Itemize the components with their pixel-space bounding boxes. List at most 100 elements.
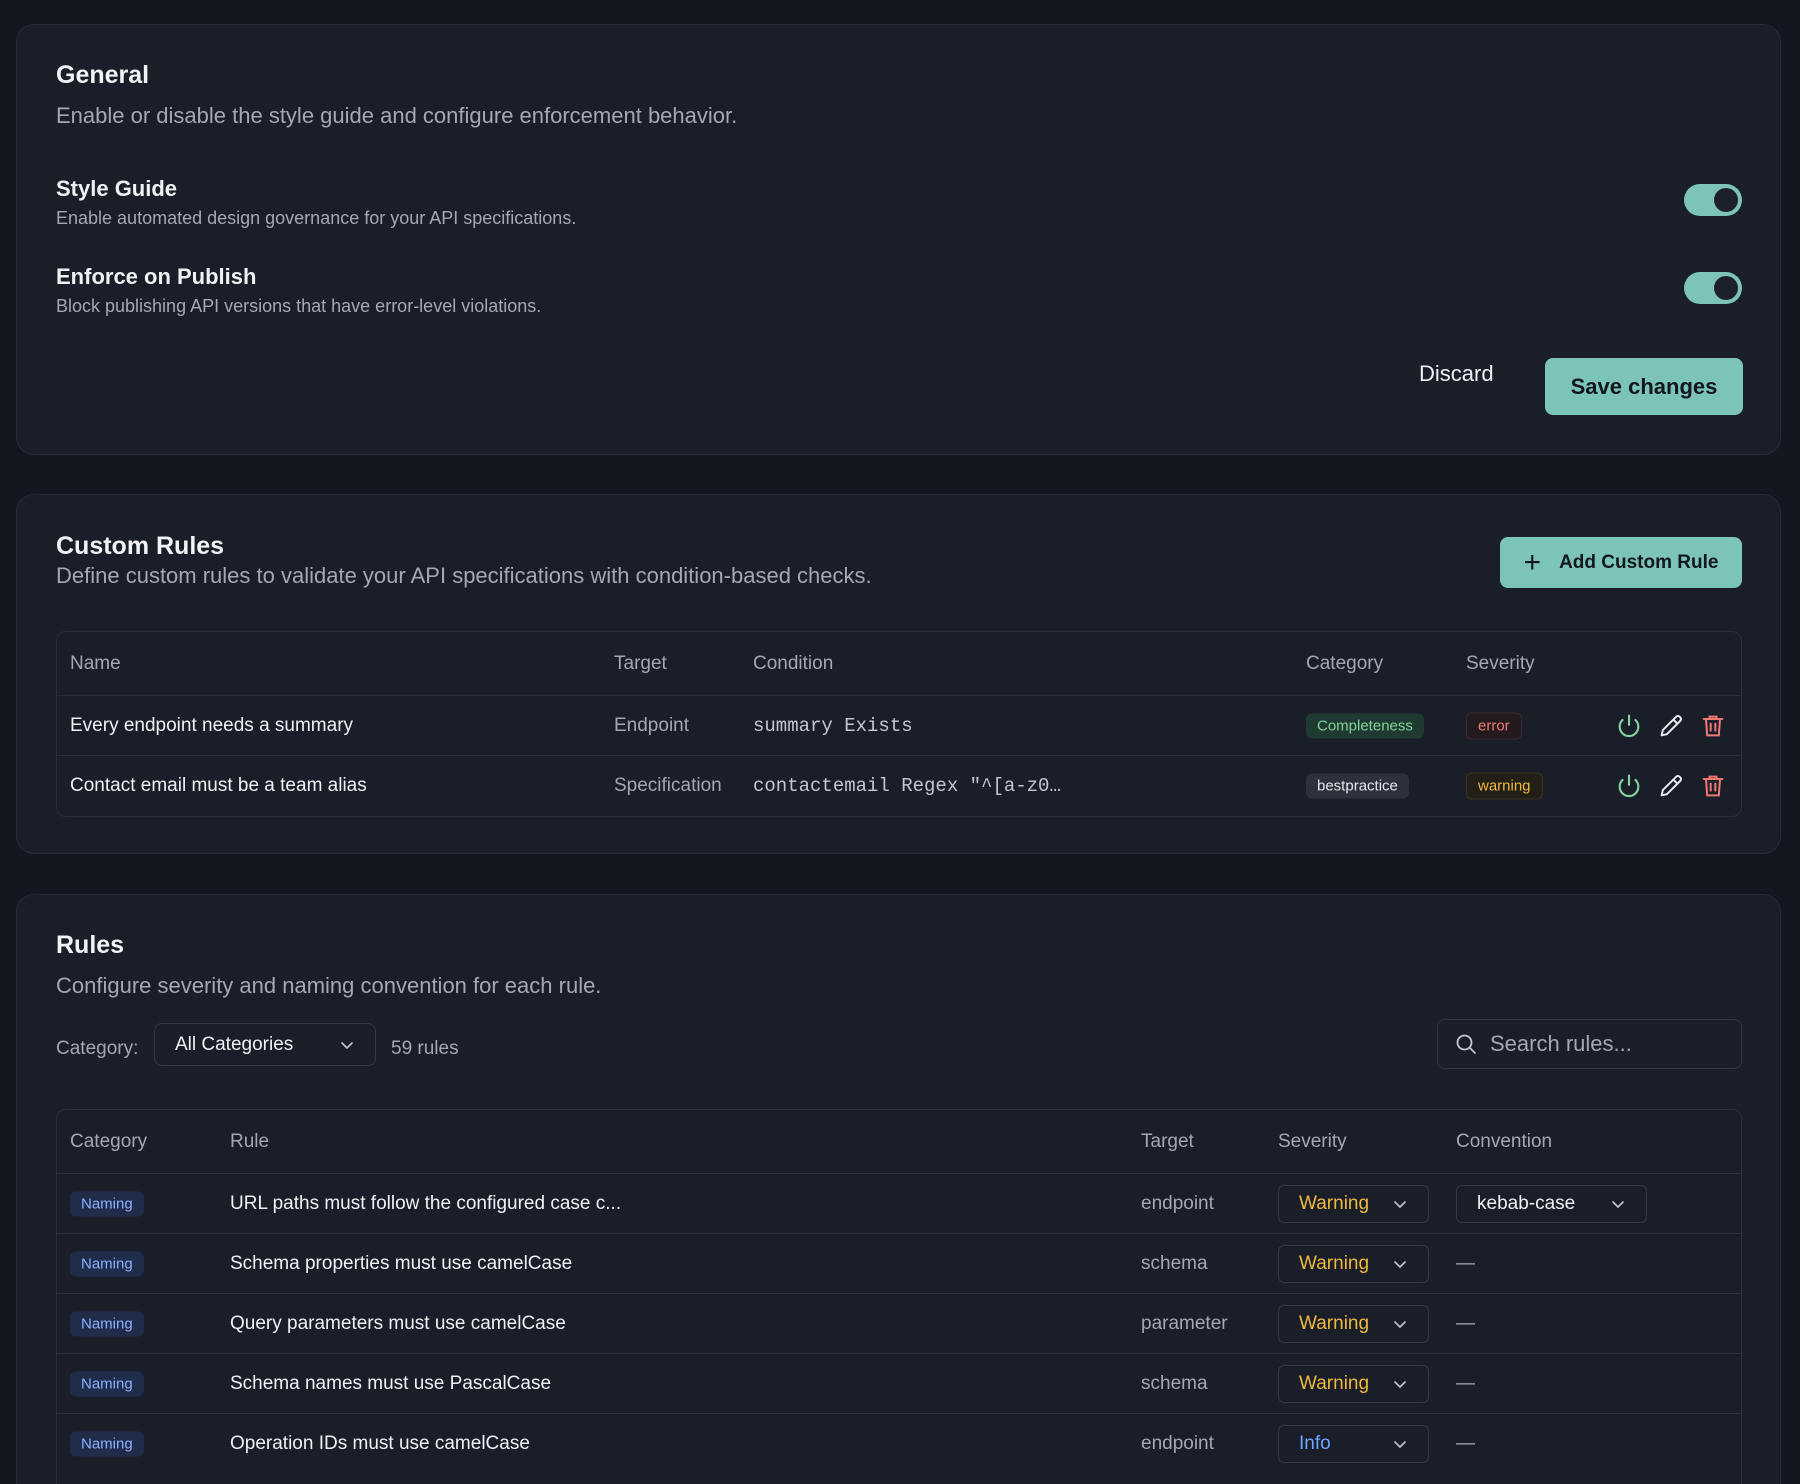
convention-value: kebab-case: [1477, 1192, 1576, 1214]
pencil-icon[interactable]: [1657, 712, 1685, 740]
enforce-publish-title: Enforce on Publish: [56, 264, 257, 289]
rule-target: endpoint: [1141, 1192, 1214, 1214]
category-badge: Naming: [70, 1311, 144, 1336]
severity-select[interactable]: Warning: [1278, 1304, 1429, 1343]
custom-rules-table: Name Target Condition Category Severity …: [56, 631, 1742, 817]
column-header-category: Category: [1306, 652, 1384, 674]
table-row: Naming Schema properties must use camelC…: [57, 1234, 1741, 1294]
discard-button[interactable]: Discard: [1419, 361, 1494, 387]
column-header-target: Target: [614, 652, 667, 674]
rule-target: schema: [1141, 1372, 1208, 1394]
toggle-knob: [1714, 276, 1738, 300]
table-row: Naming Operation IDs must use camelCase …: [57, 1414, 1741, 1474]
category-badge: Naming: [70, 1191, 144, 1216]
table-row: Contact email must be a team alias Speci…: [57, 756, 1741, 816]
rule-name: Contact email must be a team alias: [70, 775, 367, 796]
column-header-category: Category: [70, 1130, 148, 1152]
search-icon: [1456, 1034, 1476, 1054]
severity-select[interactable]: Info: [1278, 1425, 1429, 1463]
severity-badge: error: [1466, 712, 1522, 739]
category-badge: Naming: [70, 1251, 144, 1276]
convention-empty: —: [1456, 1312, 1475, 1334]
plus-icon: +: [1523, 545, 1542, 579]
severity-select[interactable]: Warning: [1278, 1244, 1429, 1283]
save-changes-button[interactable]: Save changes: [1545, 358, 1743, 415]
severity-select[interactable]: Warning: [1278, 1364, 1429, 1403]
rule-condition: summary Exists: [753, 714, 913, 737]
rule-name: Schema names must use PascalCase: [230, 1372, 552, 1394]
settings-page: General Enable or disable the style guid…: [0, 0, 1800, 1484]
category-pill: Naming: [70, 1431, 144, 1457]
severity-value: Warning: [1299, 1312, 1370, 1334]
pencil-icon[interactable]: [1657, 772, 1685, 800]
rules-card: Rules Configure severity and naming conv…: [16, 894, 1781, 1484]
severity-pill: warning: [1466, 772, 1543, 800]
column-header-rule: Rule: [230, 1130, 270, 1152]
column-header-severity: Severity: [1466, 652, 1535, 674]
table-row: Naming URL paths must follow the configu…: [57, 1174, 1741, 1234]
search-box[interactable]: [1437, 1019, 1742, 1069]
chevron-down-icon: [1394, 1260, 1406, 1268]
column-header-target: Target: [1141, 1130, 1194, 1152]
rules-table: Category Rule Target Severity Convention…: [56, 1109, 1742, 1484]
rule-target: Endpoint: [614, 714, 690, 736]
severity-value: Warning: [1299, 1372, 1370, 1394]
chevron-down-icon: [1394, 1441, 1406, 1448]
column-header-severity: Severity: [1278, 1130, 1347, 1152]
add-custom-rule-button[interactable]: + Add Custom Rule: [1500, 537, 1742, 588]
category-pill: Naming: [70, 1191, 144, 1216]
trash-icon[interactable]: [1699, 772, 1727, 800]
trash-icon[interactable]: [1699, 712, 1727, 740]
search-input[interactable]: [1490, 1031, 1730, 1057]
severity-value: Info: [1299, 1433, 1331, 1454]
style-guide-description: Enable automated design governance for y…: [56, 208, 577, 228]
rule-target: Specification: [614, 775, 722, 796]
rule-condition: contactemail Regex "^[a-z0…: [753, 775, 1061, 797]
general-description: Enable or disable the style guide and co…: [56, 103, 738, 128]
general-title: General: [56, 61, 150, 89]
power-icon[interactable]: [1615, 772, 1643, 800]
custom-rules-title: Custom Rules: [56, 532, 225, 560]
category-select[interactable]: All Categories: [154, 1023, 376, 1066]
rule-name: URL paths must follow the configured cas…: [230, 1192, 622, 1214]
add-custom-rule-label: Add Custom Rule: [1559, 551, 1719, 573]
power-icon[interactable]: [1615, 712, 1643, 740]
rule-target: endpoint: [1141, 1433, 1214, 1454]
severity-pill: error: [1466, 712, 1522, 739]
rule-name: Query parameters must use camelCase: [230, 1312, 566, 1334]
enforce-publish-description: Block publishing API versions that have …: [56, 296, 542, 316]
category-badge: Naming: [70, 1371, 144, 1396]
rules-count: 59 rules: [391, 1038, 459, 1059]
table-header: Name Target Condition Category Severity: [57, 632, 1741, 696]
severity-select[interactable]: Warning: [1278, 1184, 1429, 1223]
custom-rules-card: Custom Rules Define custom rules to vali…: [16, 494, 1781, 854]
chevron-down-icon: [1394, 1380, 1406, 1388]
table-row: Naming Schema names must use PascalCase …: [57, 1354, 1741, 1414]
convention-empty: —: [1456, 1372, 1475, 1394]
chevron-down-icon: [1394, 1200, 1406, 1208]
chevron-down-icon: [1394, 1320, 1406, 1328]
custom-rules-description: Define custom rules to validate your API…: [56, 563, 872, 588]
column-header-convention: Convention: [1456, 1130, 1553, 1152]
chevron-down-icon: [1612, 1200, 1624, 1208]
style-guide-toggle[interactable]: [1684, 184, 1742, 216]
table-header: Category Rule Target Severity Convention: [57, 1110, 1741, 1174]
table-row: Naming Query parameters must use camelCa…: [57, 1294, 1741, 1354]
column-header-condition: Condition: [753, 652, 834, 674]
severity-badge: warning: [1466, 772, 1543, 800]
toggle-knob: [1714, 188, 1738, 212]
category-pill: bestpractice: [1306, 773, 1409, 799]
rules-title: Rules: [56, 931, 125, 959]
category-select-value: All Categories: [175, 1033, 294, 1055]
category-pill: Naming: [70, 1251, 144, 1276]
convention-select[interactable]: kebab-case: [1456, 1184, 1647, 1223]
category-pill: Naming: [70, 1371, 144, 1396]
enforce-publish-toggle[interactable]: [1684, 272, 1742, 304]
category-pill: Completeness: [1306, 713, 1424, 738]
rule-name: Schema properties must use camelCase: [230, 1252, 573, 1274]
table-row: Every endpoint needs a summary Endpoint …: [57, 696, 1741, 756]
category-badge: Naming: [70, 1431, 144, 1457]
category-filter-label: Category:: [56, 1038, 139, 1059]
rule-target: schema: [1141, 1252, 1208, 1274]
rule-target: parameter: [1141, 1312, 1228, 1334]
